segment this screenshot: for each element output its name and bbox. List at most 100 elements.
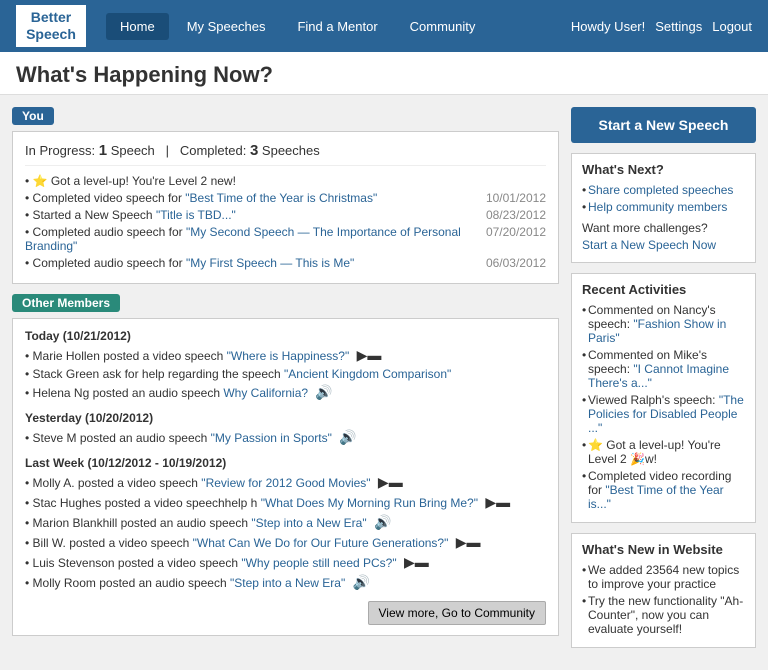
list-item: • Started a New Speech "Title is TBD..."… — [25, 208, 546, 222]
audio-icon: 🔊 — [353, 574, 370, 591]
list-item: Commented on Mike's speech: "I Cannot Im… — [582, 348, 745, 390]
you-section: You In Progress: 1 Speech | Completed: 3… — [12, 107, 559, 284]
nav-community[interactable]: Community — [396, 13, 490, 40]
video-icon: ▶▬ — [404, 554, 429, 571]
whats-next-box: What's Next? Share completed speeches He… — [571, 153, 756, 263]
video-icon: ▶▬ — [357, 347, 382, 364]
list-item: • Marion Blankhill posted an audio speec… — [25, 514, 546, 531]
activity-link[interactable]: "Fashion Show in Paris" — [588, 317, 726, 345]
speech-link[interactable]: "Review for 2012 Good Movies" — [198, 476, 371, 490]
logo-line1: Better — [24, 9, 78, 26]
list-item: • Steve M posted an audio speech "My Pas… — [25, 429, 546, 446]
list-item: • Luis Stevenson posted a video speech "… — [25, 554, 546, 571]
list-item: Share completed speeches — [582, 183, 745, 197]
list-item: • Completed video speech for "Best Time … — [25, 191, 546, 205]
whats-next-list: Share completed speeches Help community … — [582, 183, 745, 214]
logo-line2: Speech — [24, 26, 78, 43]
list-item: Viewed Ralph's speech: "The Policies for… — [582, 393, 745, 435]
list-item: • Completed audio speech for "My First S… — [25, 256, 546, 270]
header-right: Howdy User! Settings Logout — [571, 19, 752, 34]
speech-link[interactable]: "Step into a New Era" — [227, 576, 346, 590]
page-title-bar: What's Happening Now? — [0, 52, 768, 95]
speech-link[interactable]: Why California? — [220, 386, 308, 400]
logo: Better Speech — [16, 5, 86, 47]
speech-link[interactable]: "My First Speech — This is Me" — [186, 256, 354, 270]
settings-link[interactable]: Settings — [655, 19, 702, 34]
list-item: ⭐ Got a level-up! You're Level 2 🎉w! — [582, 438, 745, 466]
activity-date: 07/20/2012 — [486, 225, 546, 253]
audio-icon: 🔊 — [315, 384, 332, 401]
audio-icon: 🔊 — [339, 429, 356, 446]
speech-link[interactable]: "Ancient Kingdom Comparison" — [281, 367, 452, 381]
list-item: We added 23564 new topics to improve you… — [582, 563, 745, 591]
activity-date: 10/01/2012 — [486, 191, 546, 205]
start-now-link[interactable]: Start a New Speech Now — [582, 238, 716, 252]
content-wrapper: You In Progress: 1 Speech | Completed: 3… — [0, 95, 768, 670]
in-progress-count: 1 — [99, 142, 107, 159]
list-item: • Marie Hollen posted a video speech "Wh… — [25, 347, 546, 364]
activity-link[interactable]: "Best Time of the Year is..." — [588, 483, 724, 511]
nav-find-mentor[interactable]: Find a Mentor — [283, 13, 391, 40]
last-week-group: Last Week (10/12/2012 - 10/19/2012) • Mo… — [25, 456, 546, 591]
help-community-link[interactable]: Help community members — [588, 200, 727, 214]
speech-link[interactable]: "My Second Speech — The Importance of Pe… — [25, 225, 461, 253]
speech-link[interactable]: "My Passion in Sports" — [207, 431, 332, 445]
list-item: • Stac Hughes posted a video speechhelp … — [25, 494, 546, 511]
header: Better Speech Home My Speeches Find a Me… — [0, 0, 768, 52]
activity-link[interactable]: "I Cannot Imagine There's a..." — [588, 362, 729, 390]
share-speeches-link[interactable]: Share completed speeches — [588, 183, 733, 197]
speech-link[interactable]: "What Can We Do for Our Future Generatio… — [189, 536, 448, 550]
audio-icon: 🔊 — [374, 514, 391, 531]
activity-text: • ⭐ Got a level-up! You're Level 2 new! — [25, 174, 236, 188]
page-title: What's Happening Now? — [16, 62, 273, 87]
view-more-row: View more, Go to Community — [25, 601, 546, 625]
want-more-text: Want more challenges? Start a New Speech… — [582, 220, 745, 254]
completed-count: 3 — [250, 142, 258, 159]
video-icon: ▶▬ — [485, 494, 510, 511]
whats-new-title: What's New in Website — [582, 542, 745, 557]
recent-activities-title: Recent Activities — [582, 282, 745, 297]
day-label-yesterday: Yesterday (10/20/2012) — [25, 411, 546, 425]
completed-label: Completed: — [180, 143, 246, 158]
main-nav: Home My Speeches Find a Mentor Community — [106, 13, 571, 40]
list-item: Try the new functionality "Ah-Counter", … — [582, 594, 745, 636]
list-item: • Helena Ng posted an audio speech Why C… — [25, 384, 546, 401]
speech-link[interactable]: "Why people still need PCs?" — [238, 556, 397, 570]
in-progress-unit: Speech — [111, 143, 155, 158]
nav-home[interactable]: Home — [106, 13, 169, 40]
logout-link[interactable]: Logout — [712, 19, 752, 34]
you-panel: In Progress: 1 Speech | Completed: 3 Spe… — [12, 131, 559, 284]
nav-my-speeches[interactable]: My Speeches — [173, 13, 280, 40]
whats-new-list: We added 23564 new topics to improve you… — [582, 563, 745, 636]
speech-link[interactable]: "Best Time of the Year is Christmas" — [185, 191, 377, 205]
list-item: Commented on Nancy's speech: "Fashion Sh… — [582, 303, 745, 345]
day-label-lastweek: Last Week (10/12/2012 - 10/19/2012) — [25, 456, 546, 470]
recent-activities-box: Recent Activities Commented on Nancy's s… — [571, 273, 756, 523]
list-item: Help community members — [582, 200, 745, 214]
speech-link[interactable]: "What Does My Morning Run Bring Me?" — [257, 496, 478, 510]
in-progress-label: In Progress: — [25, 143, 95, 158]
you-badge: You — [12, 107, 54, 125]
speech-link[interactable]: "Where is Happiness?" — [223, 349, 349, 363]
whats-new-box: What's New in Website We added 23564 new… — [571, 533, 756, 648]
list-item: • ⭐ Got a level-up! You're Level 2 new! — [25, 174, 546, 188]
start-new-speech-button[interactable]: Start a New Speech — [571, 107, 756, 143]
completed-unit: Speeches — [262, 143, 320, 158]
recent-activities-list: Commented on Nancy's speech: "Fashion Sh… — [582, 303, 745, 511]
other-members-badge: Other Members — [12, 294, 120, 312]
sidebar: Start a New Speech What's Next? Share co… — [571, 107, 756, 658]
list-item: • Stack Green ask for help regarding the… — [25, 367, 546, 381]
activity-date: 06/03/2012 — [486, 256, 546, 270]
activity-date: 08/23/2012 — [486, 208, 546, 222]
whats-next-title: What's Next? — [582, 162, 745, 177]
list-item: • Molly Room posted an audio speech "Ste… — [25, 574, 546, 591]
other-members-panel: Today (10/21/2012) • Marie Hollen posted… — [12, 318, 559, 636]
other-members-section: Other Members Today (10/21/2012) • Marie… — [12, 294, 559, 636]
speech-link[interactable]: "Title is TBD..." — [156, 208, 236, 222]
view-more-button[interactable]: View more, Go to Community — [368, 601, 547, 625]
list-item: Completed video recording for "Best Time… — [582, 469, 745, 511]
activity-link[interactable]: "The Policies for Disabled People ..." — [588, 393, 744, 435]
greeting-text: Howdy User! — [571, 19, 645, 34]
speech-link[interactable]: "Step into a New Era" — [248, 516, 367, 530]
today-group: Today (10/21/2012) • Marie Hollen posted… — [25, 329, 546, 401]
